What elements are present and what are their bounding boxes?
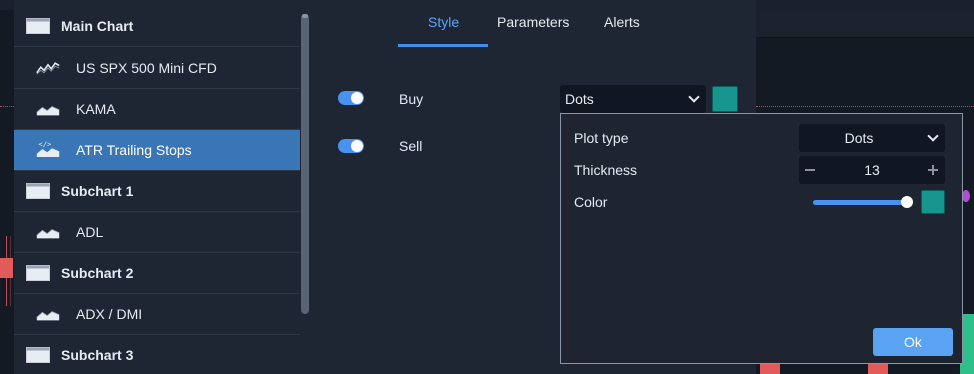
sidebar-item-kama[interactable]: KAMA bbox=[14, 89, 300, 130]
sidebar-item-label: ADL bbox=[76, 224, 104, 240]
sidebar-item-subchart-3[interactable]: Subchart 3 bbox=[14, 335, 300, 374]
tab-parameters[interactable]: Parameters bbox=[497, 14, 569, 30]
sidebar-item-label: US SPX 500 Mini CFD bbox=[76, 60, 217, 76]
chart-marker bbox=[962, 190, 970, 202]
ok-button[interactable]: Ok bbox=[873, 328, 953, 356]
select-value: Dots bbox=[844, 130, 874, 146]
chart-candle-bear bbox=[760, 364, 780, 374]
active-tab-indicator bbox=[398, 44, 488, 47]
sidebar-item-label: KAMA bbox=[76, 101, 116, 117]
chart-candle-bear bbox=[0, 258, 13, 278]
chevron-down-icon bbox=[688, 91, 700, 103]
sidebar-item-adl[interactable]: ADL bbox=[14, 212, 300, 253]
thickness-label: Thickness bbox=[574, 162, 638, 178]
sell-label: Sell bbox=[399, 138, 423, 154]
chart-window-icon bbox=[26, 18, 50, 34]
select-value: Dots bbox=[565, 91, 594, 107]
sidebar-item-label: Subchart 2 bbox=[61, 265, 134, 281]
sidebar-item-adx-dmi[interactable]: ADX / DMI bbox=[14, 294, 300, 335]
buy-toggle[interactable] bbox=[338, 91, 364, 105]
tab-style[interactable]: Style bbox=[428, 14, 459, 30]
sidebar-item-subchart-1[interactable]: Subchart 1 bbox=[14, 171, 300, 212]
sidebar-item-atr-trailing-stops[interactable]: </> ATR Trailing Stops bbox=[14, 130, 300, 171]
buy-label: Buy bbox=[399, 91, 424, 107]
plot-type-select[interactable]: Dots bbox=[799, 124, 945, 152]
chart-window-icon bbox=[26, 265, 50, 281]
svg-text:</>: </> bbox=[38, 140, 52, 149]
chart-window-icon bbox=[26, 183, 50, 199]
sidebar-item-label: ATR Trailing Stops bbox=[76, 142, 192, 158]
buy-color-swatch[interactable] bbox=[712, 86, 738, 112]
code-indicator-icon: </> bbox=[36, 140, 60, 157]
sidebar-item-subchart-2[interactable]: Subchart 2 bbox=[14, 253, 300, 294]
sidebar-scrollbar[interactable] bbox=[301, 14, 309, 314]
thickness-value[interactable]: 13 bbox=[847, 162, 897, 178]
popup-color-swatch[interactable] bbox=[921, 190, 945, 214]
sidebar-item-label: ADX / DMI bbox=[76, 306, 143, 322]
plot-settings-popup: Plot type Dots Thickness 13 Color Ok bbox=[560, 113, 963, 364]
chart-header-strip bbox=[756, 10, 974, 38]
area-series-icon bbox=[36, 229, 60, 239]
sidebar-item-label: Subchart 1 bbox=[61, 183, 134, 199]
decrement-button[interactable] bbox=[799, 156, 821, 184]
chart-candle-bear bbox=[868, 364, 888, 374]
buy-plot-type-select[interactable]: Dots bbox=[560, 85, 706, 113]
toggle-knob bbox=[351, 92, 363, 104]
chart-tree-sidebar: Main Chart US SPX 500 Mini CFD KAMA </> … bbox=[14, 0, 300, 374]
line-series-icon bbox=[36, 62, 60, 75]
increment-button[interactable] bbox=[921, 156, 945, 184]
slider-handle[interactable] bbox=[901, 196, 913, 208]
plot-type-label: Plot type bbox=[574, 130, 629, 146]
sidebar-item-label: Main Chart bbox=[61, 18, 134, 34]
opacity-slider[interactable] bbox=[813, 200, 907, 205]
scrollbar-grip bbox=[302, 14, 308, 18]
color-label: Color bbox=[574, 194, 608, 210]
chevron-down-icon bbox=[927, 130, 939, 142]
chart-window-icon bbox=[26, 347, 50, 363]
sidebar-item-us-spx-500[interactable]: US SPX 500 Mini CFD bbox=[14, 48, 300, 89]
toggle-knob bbox=[351, 140, 363, 152]
area-series-icon bbox=[36, 106, 60, 116]
sidebar-item-label: Subchart 3 bbox=[61, 347, 134, 363]
sell-toggle[interactable] bbox=[338, 139, 364, 153]
thickness-stepper: 13 bbox=[799, 156, 945, 184]
chart-price-line-left bbox=[0, 106, 14, 107]
tab-alerts[interactable]: Alerts bbox=[604, 14, 640, 30]
area-series-icon bbox=[36, 311, 60, 321]
sidebar-item-main-chart[interactable]: Main Chart bbox=[14, 6, 300, 47]
chart-price-line bbox=[756, 106, 974, 107]
